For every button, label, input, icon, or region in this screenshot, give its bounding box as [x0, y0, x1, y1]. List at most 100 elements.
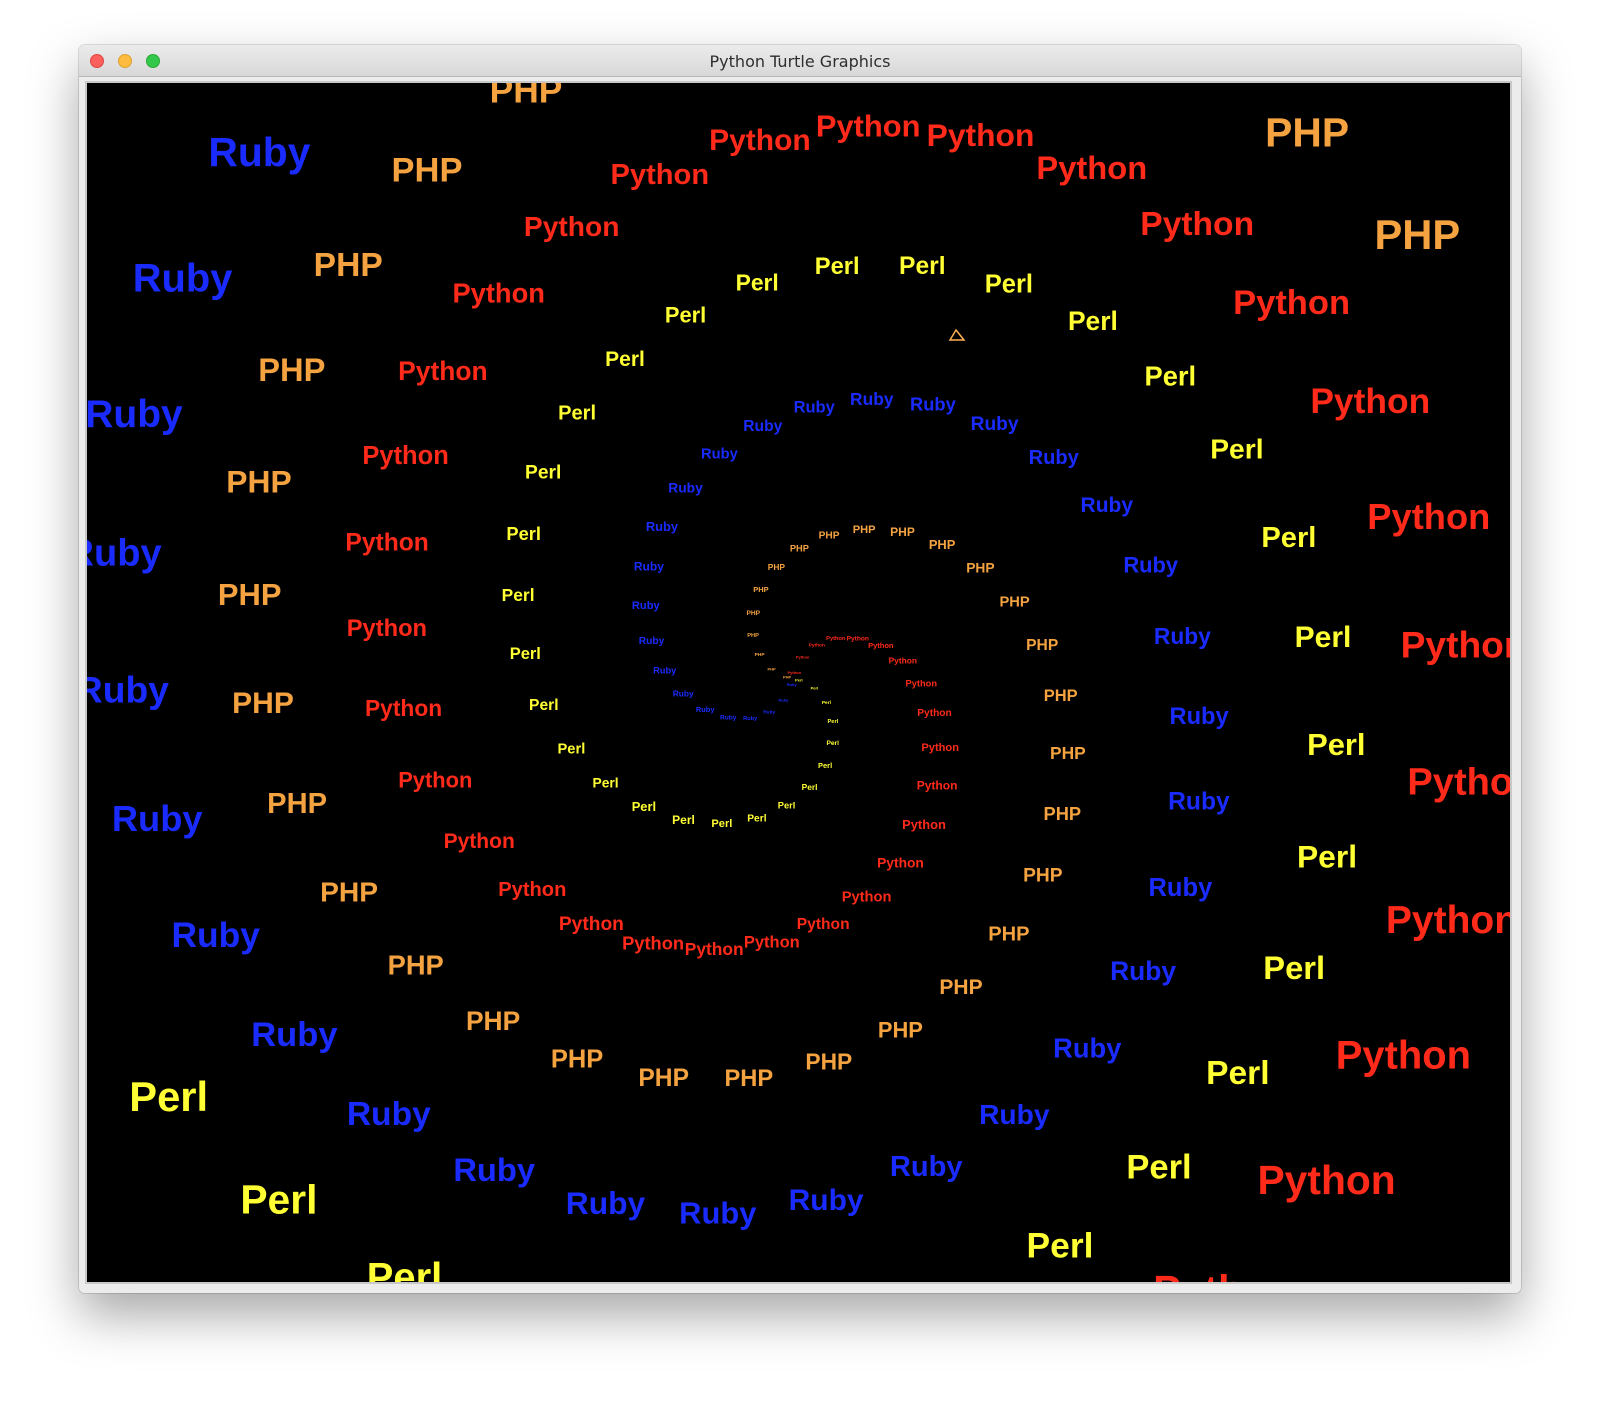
spiral-word-python: Python	[365, 695, 442, 721]
spiral-word-perl: Perl	[822, 700, 831, 706]
spiral-word-ruby: Ruby	[87, 393, 183, 436]
spiral-word-perl: Perl	[736, 270, 779, 296]
spiral-word-ruby: Ruby	[763, 709, 775, 715]
spiral-word-php: PHP	[1044, 803, 1082, 824]
spiral-word-php: PHP	[320, 875, 378, 907]
spiral-word-ruby: Ruby	[112, 798, 203, 839]
spiral-word-perl: Perl	[665, 302, 706, 327]
spiral-word-perl: Perl	[593, 776, 619, 791]
spiral-word-perl: Perl	[525, 462, 561, 483]
spiral-word-perl: Perl	[818, 761, 832, 770]
spiral-word-perl: Perl	[747, 814, 766, 825]
spiral-word-perl: Perl	[632, 799, 656, 814]
spiral-word-php: PHP	[724, 1066, 773, 1092]
window-title: Python Turtle Graphics	[709, 52, 891, 71]
spiral-word-ruby: Ruby	[347, 1096, 431, 1133]
spiral-word-python: Python	[345, 530, 428, 557]
spiral-word-ruby: Ruby	[1149, 874, 1214, 902]
spiral-word-ruby: Ruby	[890, 1151, 964, 1183]
spiral-drawing: Python Perl Ruby PHP Python Perl Ruby PHP Python…	[87, 83, 1510, 1282]
spiral-word-perl: Perl	[1126, 1149, 1191, 1187]
spiral-word-php: PHP	[819, 531, 840, 542]
spiral-word-php: PHP	[638, 1065, 689, 1092]
spiral-word-ruby: Ruby	[208, 129, 310, 175]
title-bar[interactable]: Python Turtle Graphics	[79, 45, 1521, 77]
spiral-word-php: PHP	[755, 652, 766, 658]
spiral-word-ruby: Ruby	[673, 689, 694, 699]
spiral-word-ruby: Ruby	[566, 1185, 646, 1221]
spiral-word-php: PHP	[1374, 211, 1460, 258]
spiral-word-perl: Perl	[240, 1177, 317, 1223]
spiral-word-python: Python	[902, 817, 946, 832]
spiral-word-ruby: Ruby	[1029, 447, 1080, 469]
spiral-word-python: Python	[622, 932, 684, 953]
spiral-word-python: Python	[842, 890, 892, 906]
spiral-word-python: Python	[1140, 206, 1254, 243]
spiral-word-ruby: Ruby	[251, 1016, 337, 1054]
spiral-word-php: PHP	[314, 247, 383, 284]
spiral-word-perl: Perl	[1297, 839, 1357, 875]
spiral-word-python: Python	[452, 278, 545, 309]
spiral-word-python: Python	[797, 916, 850, 933]
spiral-word-php: PHP	[226, 464, 291, 500]
spiral-word-perl: Perl	[367, 1255, 442, 1282]
spiral-word-ruby: Ruby	[794, 398, 836, 416]
spiral-word-python: Python	[1310, 381, 1430, 421]
spiral-word-python: Python	[709, 124, 811, 157]
spiral-word-ruby: Ruby	[632, 600, 661, 612]
spiral-word-ruby: Ruby	[634, 560, 664, 574]
spiral-word-python: Python	[1257, 1157, 1395, 1203]
spiral-word-perl: Perl	[558, 742, 586, 758]
spiral-word-php: PHP	[929, 537, 956, 552]
spiral-word-php: PHP	[939, 976, 982, 999]
spiral-word-ruby: Ruby	[789, 1184, 864, 1217]
spiral-word-ruby: Ruby	[1154, 623, 1211, 649]
spiral-word-php: PHP	[388, 949, 444, 980]
spiral-word-ruby: Ruby	[701, 446, 739, 462]
spiral-word-python: Python	[1386, 899, 1510, 942]
turtle-canvas[interactable]: Python Perl Ruby PHP Python Perl Ruby PHP Python…	[85, 81, 1512, 1284]
spiral-word-perl: Perl	[605, 348, 645, 371]
spiral-word-php: PHP	[466, 1006, 520, 1036]
spiral-word-perl: Perl	[506, 523, 541, 544]
spiral-word-python: Python	[444, 830, 515, 853]
spiral-word-perl: Perl	[826, 740, 839, 747]
spiral-word-php: PHP	[988, 924, 1029, 946]
spiral-word-ruby: Ruby	[778, 697, 789, 702]
spiral-word-python: Python	[889, 655, 917, 665]
spiral-word-php: PHP	[747, 633, 759, 639]
spiral-word-python: Python	[498, 879, 566, 901]
spiral-word-python: Python	[1407, 761, 1510, 803]
spiral-word-ruby: Ruby	[171, 915, 260, 955]
spiral-word-ruby: Ruby	[679, 1195, 757, 1230]
spiral-word-python: Python	[816, 109, 921, 144]
spiral-word-php: PHP	[232, 687, 294, 720]
spiral-word-perl: Perl	[1307, 727, 1365, 762]
spiral-word-php: PHP	[890, 525, 915, 539]
spiral-word-python: Python	[809, 643, 825, 649]
spiral-word-ruby: Ruby	[1053, 1032, 1122, 1063]
spiral-word-php: PHP	[551, 1045, 603, 1073]
window-content: Python Perl Ruby PHP Python Perl Ruby PHP Python…	[79, 77, 1521, 1293]
spiral-word-ruby: Ruby	[1169, 704, 1229, 730]
spiral-word-python: Python	[559, 914, 624, 935]
spiral-word-perl: Perl	[711, 818, 732, 830]
spiral-word-perl: Perl	[1206, 1055, 1269, 1092]
spiral-word-ruby: Ruby	[87, 668, 169, 710]
spiral-word-ruby: Ruby	[743, 418, 782, 435]
spiral-word-php: PHP	[258, 351, 325, 388]
spiral-word-php: PHP	[853, 524, 876, 536]
spiral-word-perl: Perl	[1261, 522, 1316, 554]
turtle-window: Python Turtle Graphics Python Perl Ruby PHP…	[79, 45, 1521, 1293]
spiral-word-php: PHP	[878, 1018, 923, 1043]
spiral-word-ruby: Ruby	[1110, 956, 1176, 986]
spiral-word-php: PHP	[966, 561, 994, 576]
spiral-word-perl: Perl	[1144, 361, 1196, 392]
spiral-word-perl: Perl	[828, 719, 839, 725]
spiral-word-python: Python	[796, 655, 810, 660]
spiral-word-python: Python	[1401, 624, 1510, 666]
spiral-word-php: PHP	[1265, 109, 1349, 155]
spiral-word-php: PHP	[767, 666, 776, 671]
spiral-word-python: Python	[927, 117, 1035, 153]
spiral-word-php: PHP	[1026, 637, 1058, 654]
